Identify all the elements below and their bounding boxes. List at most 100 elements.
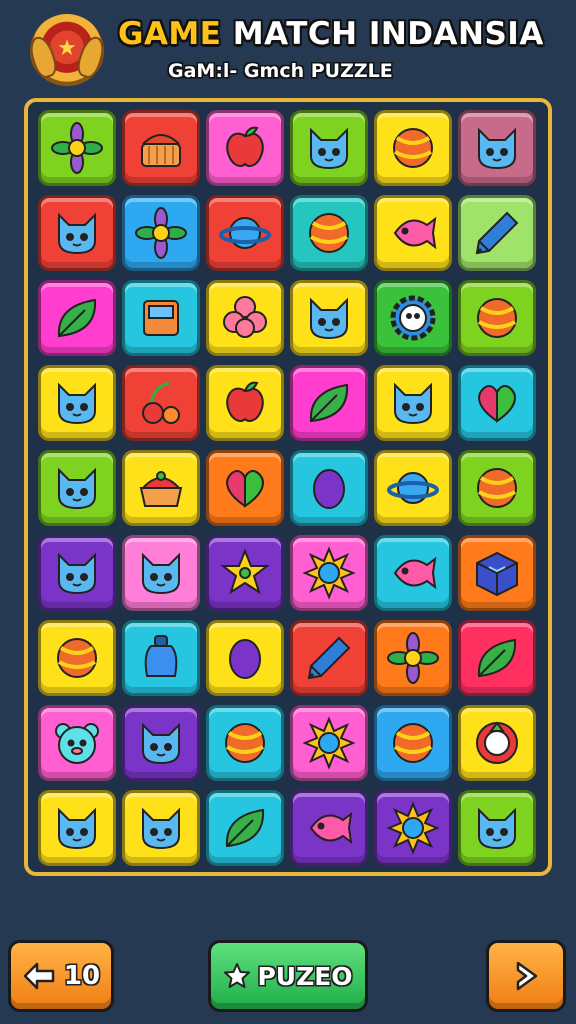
board-tile[interactable] (206, 620, 284, 696)
board-tile[interactable] (122, 280, 200, 356)
game-title: GAME MATCH INDANSIA (118, 16, 544, 52)
board-tile[interactable] (122, 195, 200, 271)
cat-icon (303, 122, 355, 174)
gear-icon (387, 292, 439, 344)
cat-icon (135, 547, 187, 599)
board-tile[interactable] (458, 705, 536, 781)
board-tile[interactable] (38, 535, 116, 611)
sun-icon (302, 546, 356, 600)
board-tile[interactable] (290, 280, 368, 356)
board-tile[interactable] (374, 535, 452, 611)
leaf-icon (471, 632, 523, 684)
board-tile[interactable] (206, 280, 284, 356)
board-tile[interactable] (458, 790, 536, 866)
board-tile[interactable] (374, 620, 452, 696)
box-icon (471, 547, 523, 599)
board-tile[interactable] (38, 450, 116, 526)
sun-icon (302, 716, 356, 770)
board-tile[interactable] (374, 790, 452, 866)
board-tile[interactable] (290, 450, 368, 526)
apple-icon (219, 377, 271, 429)
sun-icon (386, 801, 440, 855)
board-tile[interactable] (290, 790, 368, 866)
board-tile[interactable] (374, 110, 452, 186)
planet-icon (387, 462, 439, 514)
board-tile[interactable] (206, 450, 284, 526)
puzzle-button[interactable]: PUZEO (208, 940, 368, 1012)
board-tile[interactable] (206, 365, 284, 441)
board-tile[interactable] (458, 195, 536, 271)
board-tile[interactable] (38, 195, 116, 271)
board-tile[interactable] (122, 705, 200, 781)
board-tile[interactable] (290, 620, 368, 696)
cat-icon (51, 802, 103, 854)
star-icon (219, 547, 271, 599)
emblem-wing-right (74, 33, 108, 81)
board-tile[interactable] (122, 535, 200, 611)
pencil-icon (303, 632, 355, 684)
emblem-wing-left (26, 33, 60, 81)
game-title-rest: MATCH INDANSIA (221, 16, 544, 52)
arrow-left-icon (23, 962, 55, 990)
board-tile[interactable] (206, 195, 284, 271)
fish-icon (303, 802, 355, 854)
board-tile[interactable] (374, 705, 452, 781)
board-tile[interactable] (206, 790, 284, 866)
board-tile[interactable] (38, 790, 116, 866)
board-tile[interactable] (374, 365, 452, 441)
board-tile[interactable] (122, 620, 200, 696)
board-tile[interactable] (122, 365, 200, 441)
board-tile[interactable] (206, 705, 284, 781)
cat-icon (51, 547, 103, 599)
board-tile[interactable] (290, 195, 368, 271)
apple-icon (219, 122, 271, 174)
cat-icon (135, 717, 187, 769)
emblem-star: ★ (57, 36, 77, 61)
ball-icon (387, 122, 439, 174)
ball-icon (471, 292, 523, 344)
board-tile[interactable] (38, 280, 116, 356)
board-tile[interactable] (374, 450, 452, 526)
ball-icon (471, 462, 523, 514)
board-tile[interactable] (458, 620, 536, 696)
board-tile[interactable] (38, 365, 116, 441)
board-tile[interactable] (206, 535, 284, 611)
cat-icon (471, 122, 523, 174)
board-tile[interactable] (374, 195, 452, 271)
flower-icon (387, 632, 439, 684)
board-tile[interactable] (122, 110, 200, 186)
cat-icon (51, 377, 103, 429)
back-button[interactable]: 10 (8, 940, 114, 1012)
board-tile[interactable] (458, 535, 536, 611)
board-tile[interactable] (122, 450, 200, 526)
game-subtitle: GaM:l- Gmch PUZZLE (168, 60, 393, 82)
clover-icon (219, 292, 271, 344)
emblem-icon: ★ (26, 14, 108, 88)
board-tile[interactable] (38, 110, 116, 186)
board-tile[interactable] (374, 280, 452, 356)
cat-icon (471, 802, 523, 854)
ball-icon (219, 717, 271, 769)
board-tile[interactable] (38, 705, 116, 781)
board-tile[interactable] (290, 365, 368, 441)
board-tile[interactable] (458, 365, 536, 441)
board-tile[interactable] (206, 110, 284, 186)
board-tile[interactable] (38, 620, 116, 696)
flower-icon (51, 122, 103, 174)
cake-icon (135, 462, 187, 514)
board-tile[interactable] (290, 110, 368, 186)
board-tile[interactable] (290, 705, 368, 781)
board-tile[interactable] (290, 535, 368, 611)
pencil-icon (471, 207, 523, 259)
board-tile[interactable] (458, 450, 536, 526)
game-board (24, 98, 552, 876)
board-tile[interactable] (122, 790, 200, 866)
board-tile[interactable] (458, 280, 536, 356)
board-tile[interactable] (458, 110, 536, 186)
chevron-right-icon (516, 961, 538, 991)
egg-icon (219, 632, 271, 684)
puzzle-button-label: PUZEO (257, 961, 353, 991)
ring-icon (471, 717, 523, 769)
bottle-icon (135, 632, 187, 684)
next-button[interactable] (486, 940, 566, 1012)
